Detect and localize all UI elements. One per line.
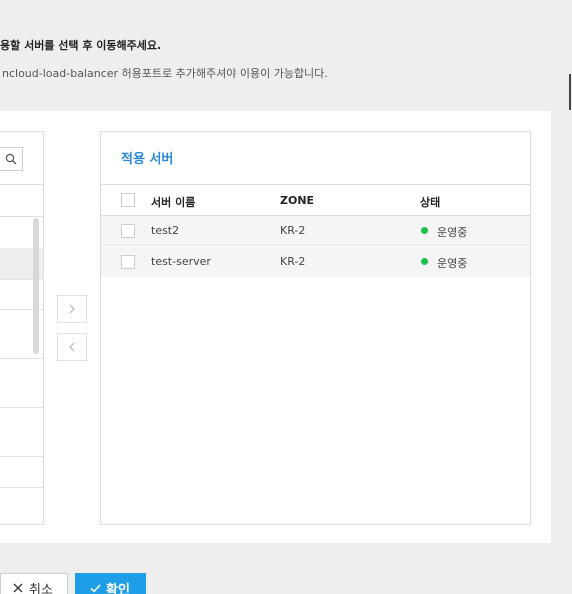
column-header-zone: ZONE (280, 194, 315, 207)
server-name: test2 (151, 224, 180, 237)
confirm-button[interactable]: 확인 (75, 573, 146, 594)
list-divider (0, 216, 43, 217)
applied-server-list: 적용 서버 서버 이름 ZONE 상태 test2 KR-2 운영중 test-… (100, 131, 531, 525)
move-left-button[interactable] (57, 333, 87, 361)
chevron-left-icon (69, 342, 75, 352)
available-server-list (0, 131, 44, 525)
server-status: 운영중 (437, 226, 468, 239)
server-zone: KR-2 (280, 224, 306, 237)
server-zone: KR-2 (280, 255, 306, 268)
confirm-label: 확인 (106, 582, 130, 594)
search-button[interactable] (0, 147, 23, 171)
close-icon (13, 583, 23, 593)
status-running-dot (421, 258, 428, 265)
instruction-note: ncloud-load-balancer 허용포트로 추가해주셔야 이용이 가능… (2, 67, 328, 80)
server-transfer-panel: 적용 서버 서버 이름 ZONE 상태 test2 KR-2 운영중 test-… (0, 111, 551, 543)
applied-server-title: 적용 서버 (121, 152, 174, 167)
table-header: 서버 이름 ZONE 상태 (101, 184, 530, 216)
row-checkbox[interactable] (121, 224, 135, 238)
column-header-name: 서버 이름 (151, 196, 196, 209)
window-edge (569, 74, 571, 110)
check-icon (90, 583, 101, 593)
instruction-text: 용할 서버를 선택 후 이동해주세요. (0, 39, 162, 52)
list-item[interactable] (0, 407, 43, 408)
row-checkbox[interactable] (121, 255, 135, 269)
table-row[interactable]: test2 KR-2 운영중 (101, 216, 530, 246)
list-item[interactable] (0, 456, 43, 457)
status-running-dot (421, 227, 428, 234)
select-all-checkbox[interactable] (121, 193, 135, 207)
list-divider (0, 184, 43, 185)
move-right-button[interactable] (57, 295, 87, 323)
cancel-button[interactable]: 취소 (0, 573, 68, 594)
column-header-status: 상태 (420, 196, 441, 209)
cancel-label: 취소 (29, 582, 53, 594)
list-scrollbar[interactable] (33, 218, 39, 354)
search-icon (5, 153, 17, 165)
server-status: 운영중 (437, 257, 468, 270)
chevron-right-icon (69, 304, 75, 314)
table-row[interactable]: test-server KR-2 운영중 (101, 247, 530, 277)
list-item[interactable] (0, 358, 43, 359)
list-item[interactable] (0, 487, 43, 488)
server-name: test-server (151, 255, 211, 268)
